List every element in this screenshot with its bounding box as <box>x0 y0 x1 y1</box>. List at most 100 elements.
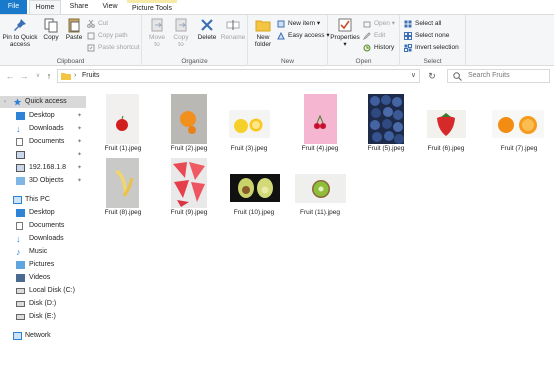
pin-icon[interactable]: ✦ <box>77 136 82 148</box>
nav-pc-downloads-label: Downloads <box>29 235 64 242</box>
star-icon <box>13 98 22 106</box>
copy-button[interactable]: Copy <box>40 17 62 41</box>
delete-button[interactable]: Delete <box>195 17 219 41</box>
new-folder-icon <box>255 20 271 32</box>
file-item[interactable]: Fruit (6).jpeg <box>416 92 476 158</box>
new-folder-label: New folder <box>254 34 272 48</box>
nav-network[interactable]: Network <box>0 330 86 342</box>
copy-label: Copy <box>43 34 59 41</box>
move-to-icon <box>151 18 163 32</box>
file-item[interactable]: Fruit (11).jpeg <box>290 156 350 222</box>
nav-quick-network-share[interactable]: 192.168.1.8 ✦ <box>0 162 86 174</box>
address-bar[interactable]: › Fruits ∨ <box>57 69 420 83</box>
new-item-button[interactable]: New item ▾ <box>276 18 320 29</box>
properties-check-icon <box>338 18 352 32</box>
disk-drive-icon <box>16 301 25 307</box>
clipboard-group: Pin to Quick access Copy Paste Cut Copy … <box>0 15 142 66</box>
nav-pc-downloads[interactable]: ↓ Downloads <box>0 233 86 245</box>
pin-icon[interactable]: ✦ <box>77 149 82 161</box>
nav-pc-documents[interactable]: Documents <box>0 220 86 232</box>
file-item[interactable]: Fruit (4).jpeg <box>290 92 350 158</box>
new-folder-button[interactable]: New folder <box>251 17 275 48</box>
nav-pc-disk-e-label: Disk (E:) <box>29 313 56 320</box>
nav-quick-downloads[interactable]: ↓ Downloads ✦ <box>0 123 86 135</box>
tab-picture-tools[interactable]: Picture Tools <box>127 0 177 14</box>
breadcrumb-chevron-icon[interactable]: › <box>74 70 76 82</box>
file-item[interactable]: Fruit (8).jpeg <box>93 156 153 222</box>
tab-view[interactable]: View <box>96 0 124 14</box>
tab-share[interactable]: Share <box>64 0 94 14</box>
rename-button[interactable]: Rename <box>220 17 246 41</box>
file-thumbnail <box>427 110 466 138</box>
forward-arrow-icon[interactable]: → <box>19 70 29 82</box>
file-item[interactable]: Fruit (7).jpeg <box>489 92 549 158</box>
open-button[interactable]: Open ▾ <box>362 18 395 29</box>
nav-pc-local-disk-c[interactable]: Local Disk (C:) <box>0 285 86 297</box>
file-item[interactable]: Fruit (2).jpeg <box>159 92 219 158</box>
nav-quick-monitor[interactable]: ✦ <box>0 149 86 161</box>
ribbon-tabs: File Home Share View Picture Tools <box>0 0 554 14</box>
file-item[interactable]: Fruit (5).jpeg <box>356 92 416 158</box>
select-none-button[interactable]: Select none <box>403 30 449 41</box>
delete-label: Delete <box>197 34 217 41</box>
select-all-button[interactable]: Select all <box>403 18 441 29</box>
file-name: Fruit (11).jpeg <box>300 209 340 216</box>
breadcrumb-fruits[interactable]: Fruits <box>82 70 100 82</box>
nav-quick-desktop[interactable]: Desktop ✦ <box>0 110 86 122</box>
nav-quick-access[interactable]: › Quick access <box>0 96 86 108</box>
tab-file[interactable]: File <box>0 0 27 14</box>
file-item[interactable]: Fruit (10).jpeg <box>224 156 284 222</box>
pin-quick-access-button[interactable]: Pin to Quick access <box>1 17 39 48</box>
organize-group-label: Organize <box>181 58 208 65</box>
nav-pc-music[interactable]: ♪ Music <box>0 246 86 258</box>
expand-chevron-icon[interactable]: › <box>4 96 6 108</box>
nav-pc-videos[interactable]: Videos <box>0 272 86 284</box>
pin-quick-access-label: Pin to Quick access <box>2 34 38 48</box>
nav-quick-documents[interactable]: Documents ✦ <box>0 136 86 148</box>
file-item[interactable]: Fruit (9).jpeg <box>159 156 219 222</box>
address-dropdown-chevron-icon[interactable]: ∨ <box>411 70 416 82</box>
pin-icon[interactable]: ✦ <box>77 175 82 187</box>
nav-pc-desktop[interactable]: Desktop <box>0 207 86 219</box>
nav-pc-local-disk-c-label: Local Disk (C:) <box>29 287 75 294</box>
cut-label: Cut <box>98 20 109 27</box>
file-name: Fruit (1).jpeg <box>104 145 142 152</box>
file-name: Fruit (10).jpeg <box>233 209 275 216</box>
edit-button[interactable]: Edit <box>362 30 385 41</box>
tab-home[interactable]: Home <box>29 0 61 14</box>
properties-button[interactable]: Properties ▾ <box>329 17 361 48</box>
cut-button[interactable]: Cut <box>86 18 108 29</box>
file-item[interactable]: Fruit (3).jpeg <box>219 92 279 158</box>
refresh-icon[interactable]: ↻ <box>426 70 438 82</box>
file-name: Fruit (8).jpeg <box>104 209 142 216</box>
paste-button[interactable]: Paste <box>63 17 85 41</box>
back-arrow-icon[interactable]: ← <box>5 70 15 82</box>
edit-pencil-icon <box>363 32 371 40</box>
file-name: Fruit (9).jpeg <box>170 209 208 216</box>
pin-icon[interactable]: ✦ <box>77 162 82 174</box>
copy-icon <box>44 18 58 33</box>
search-placeholder: Search Fruits <box>468 72 510 79</box>
history-button[interactable]: History <box>362 42 394 53</box>
invert-selection-button[interactable]: Invert selection <box>403 42 459 53</box>
move-to-button[interactable]: Move to <box>146 17 168 48</box>
nav-quick-3d-objects[interactable]: 3D Objects ✦ <box>0 175 86 187</box>
paste-icon <box>68 18 80 33</box>
computer-icon <box>13 196 22 204</box>
up-arrow-icon[interactable]: ↑ <box>44 70 54 82</box>
nav-pc-disk-e[interactable]: Disk (E:) <box>0 311 86 323</box>
select-none-icon <box>404 32 412 40</box>
paste-shortcut-button[interactable]: Paste shortcut <box>86 42 140 53</box>
copy-path-button[interactable]: Copy path <box>86 30 128 41</box>
easy-access-button[interactable]: Easy access ▾ <box>276 30 330 41</box>
nav-this-pc[interactable]: This PC <box>0 194 86 206</box>
copy-to-button[interactable]: Copy to <box>170 17 192 48</box>
file-item[interactable]: Fruit (1).jpeg <box>93 92 153 158</box>
pin-icon[interactable]: ✦ <box>77 123 82 135</box>
recent-locations-chevron-icon[interactable]: ∨ <box>33 70 43 82</box>
nav-pc-disk-d[interactable]: Disk (D:) <box>0 298 86 310</box>
nav-pc-pictures[interactable]: Pictures <box>0 259 86 271</box>
search-input[interactable]: Search Fruits <box>447 69 550 83</box>
paste-label: Paste <box>65 34 83 41</box>
pin-icon[interactable]: ✦ <box>77 110 82 122</box>
